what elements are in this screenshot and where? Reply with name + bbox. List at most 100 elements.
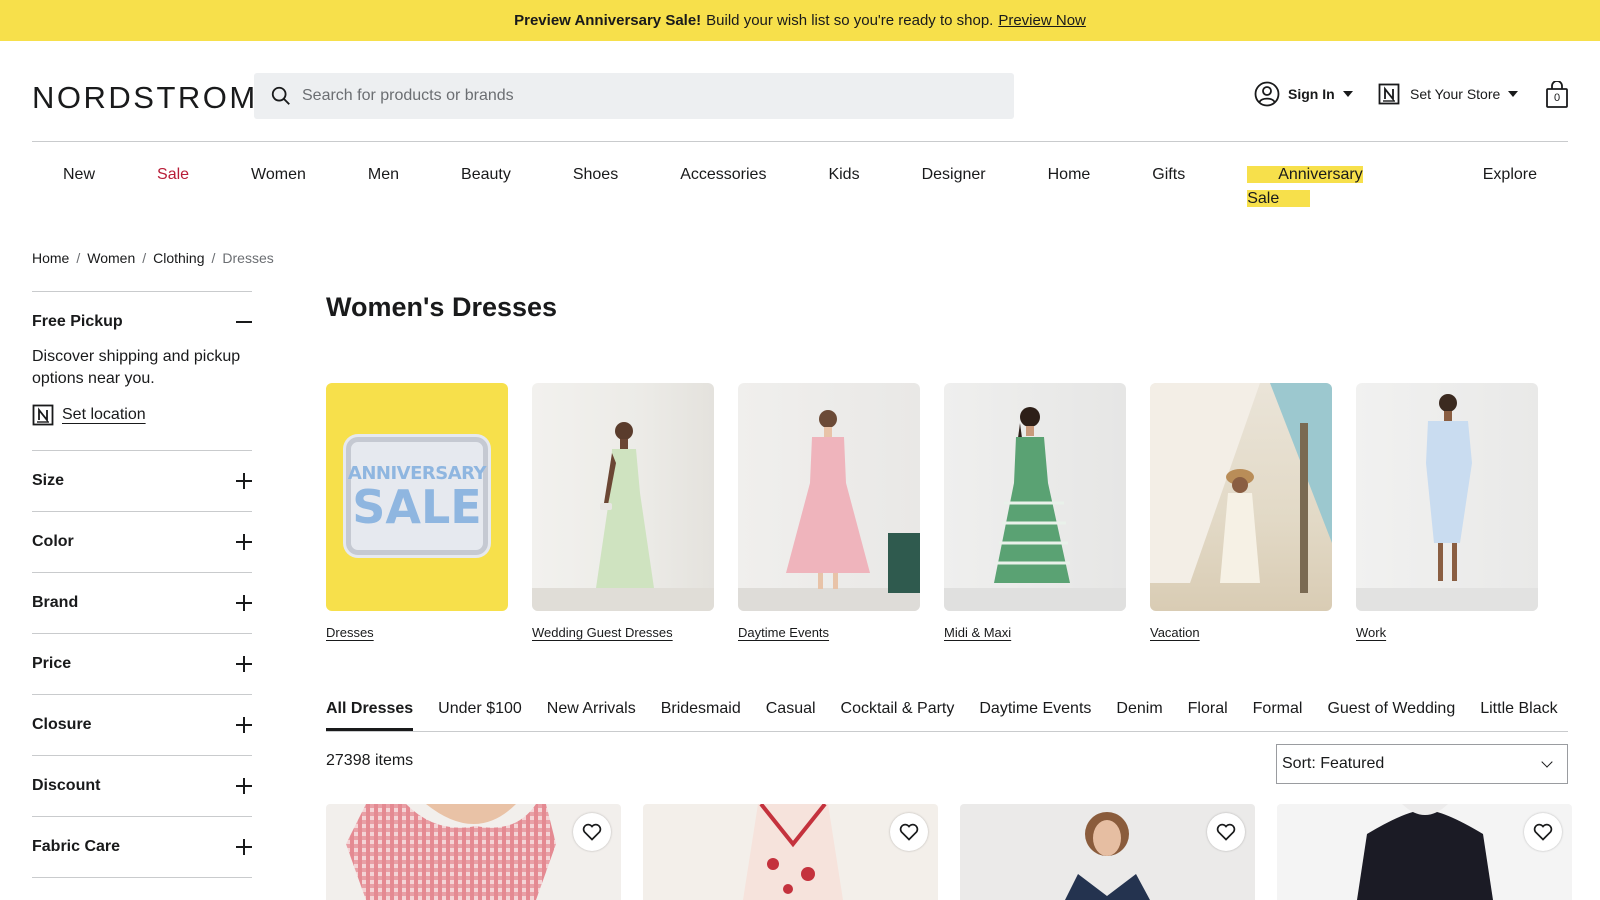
heart-icon bbox=[582, 823, 602, 841]
nav-beauty[interactable]: Beauty bbox=[430, 163, 542, 211]
nav-home[interactable]: Home bbox=[1017, 163, 1122, 211]
preview-now-link[interactable]: Preview Now bbox=[998, 12, 1086, 29]
model-figure-icon bbox=[1356, 394, 1538, 611]
tab-floral[interactable]: Floral bbox=[1188, 697, 1228, 731]
user-icon bbox=[1254, 81, 1280, 107]
plus-icon bbox=[236, 595, 252, 611]
filter-price[interactable]: Price bbox=[32, 633, 252, 694]
vacation-image bbox=[1150, 383, 1332, 611]
category-tile-daytime-events[interactable]: Daytime Events bbox=[738, 383, 920, 640]
set-store-button[interactable]: Set Your Store bbox=[1378, 80, 1519, 108]
model-figure-icon bbox=[1150, 383, 1332, 593]
product-card[interactable] bbox=[1277, 804, 1572, 900]
product-card[interactable] bbox=[960, 804, 1255, 900]
bag-count: 0 bbox=[1553, 92, 1561, 104]
nav-designer[interactable]: Designer bbox=[891, 163, 1017, 211]
breadcrumb-separator: / bbox=[211, 250, 216, 266]
breadcrumb-women[interactable]: Women bbox=[87, 250, 135, 266]
breadcrumb-dresses: Dresses bbox=[222, 250, 274, 266]
nav-sale[interactable]: Sale bbox=[126, 163, 220, 211]
filter-sidebar: Free Pickup Discover shipping and pickup… bbox=[32, 291, 252, 878]
tab-formal[interactable]: Formal bbox=[1253, 697, 1303, 731]
chevron-down-icon bbox=[1541, 756, 1553, 768]
category-tile-midi-maxi[interactable]: Midi & Maxi bbox=[944, 383, 1126, 640]
heart-icon bbox=[1533, 823, 1553, 841]
favorite-button[interactable] bbox=[890, 813, 928, 851]
set-location-link[interactable]: Set location bbox=[32, 404, 252, 426]
breadcrumb-clothing[interactable]: Clothing bbox=[153, 250, 204, 266]
free-pickup-toggle[interactable]: Free Pickup bbox=[32, 292, 252, 352]
nav-new[interactable]: New bbox=[32, 163, 126, 211]
category-tile-vacation[interactable]: Vacation bbox=[1150, 383, 1332, 640]
breadcrumb-separator: / bbox=[76, 250, 81, 266]
favorite-button[interactable] bbox=[573, 813, 611, 851]
breadcrumb-home[interactable]: Home bbox=[32, 250, 69, 266]
model-figure-icon bbox=[532, 422, 714, 611]
favorite-button[interactable] bbox=[1207, 813, 1245, 851]
sale-badge-bottom: SALE bbox=[352, 479, 482, 534]
tab-daytime-events[interactable]: Daytime Events bbox=[979, 697, 1091, 731]
filter-label: Discount bbox=[32, 777, 101, 794]
nav-kids[interactable]: Kids bbox=[797, 163, 890, 211]
nav-gifts[interactable]: Gifts bbox=[1121, 163, 1216, 211]
tab-cocktail-party[interactable]: Cocktail & Party bbox=[841, 697, 955, 731]
sign-in-button[interactable]: Sign In bbox=[1254, 80, 1353, 108]
model-figure-icon bbox=[738, 410, 920, 611]
nav-women[interactable]: Women bbox=[220, 163, 337, 211]
product-image bbox=[1065, 812, 1150, 900]
filter-label: Price bbox=[32, 655, 72, 672]
tab-new-arrivals[interactable]: New Arrivals bbox=[547, 697, 636, 731]
filter-size[interactable]: Size bbox=[32, 450, 252, 511]
sort-label: Sort: Featured bbox=[1282, 755, 1385, 772]
nav-anniversary-sale[interactable]: Anniversary Sale bbox=[1216, 163, 1452, 211]
tab-all-dresses[interactable]: All Dresses bbox=[326, 697, 414, 731]
nav-accessories[interactable]: Accessories bbox=[649, 163, 797, 211]
product-card[interactable] bbox=[326, 804, 621, 900]
dress-type-tabs: All Dresses Under $100 New Arrivals Brid… bbox=[326, 697, 1568, 732]
nav-anniversary-sale-label: Anniversary Sale bbox=[1247, 166, 1363, 207]
tab-guest-of-wedding[interactable]: Guest of Wedding bbox=[1327, 697, 1455, 731]
filter-label: Size bbox=[32, 472, 65, 489]
tab-casual[interactable]: Casual bbox=[766, 697, 816, 731]
nav-shoes[interactable]: Shoes bbox=[542, 163, 649, 211]
search-input[interactable] bbox=[302, 87, 982, 105]
product-card[interactable] bbox=[643, 804, 938, 900]
filter-closure[interactable]: Closure bbox=[32, 694, 252, 755]
search-bar[interactable] bbox=[254, 73, 1014, 119]
heart-icon bbox=[899, 823, 919, 841]
filter-color[interactable]: Color bbox=[32, 511, 252, 572]
set-location-label: Set location bbox=[62, 406, 146, 423]
work-image bbox=[1356, 383, 1538, 611]
category-tile-dresses[interactable]: ANNIVERSARY SALE Dresses bbox=[326, 383, 508, 640]
favorite-button[interactable] bbox=[1524, 813, 1562, 851]
filter-label: Fabric Care bbox=[32, 838, 121, 855]
filter-discount[interactable]: Discount bbox=[32, 755, 252, 816]
category-tile-wedding-guest[interactable]: Wedding Guest Dresses bbox=[532, 383, 714, 640]
tab-little-black[interactable]: Little Black bbox=[1480, 697, 1557, 731]
category-label: Wedding Guest Dresses bbox=[532, 625, 673, 640]
tab-bridesmaid[interactable]: Bridesmaid bbox=[661, 697, 741, 731]
tab-denim[interactable]: Denim bbox=[1116, 697, 1162, 731]
sort-select[interactable]: Sort: Featured bbox=[1276, 744, 1568, 784]
store-icon bbox=[1378, 83, 1400, 105]
main-nav: New Sale Women Men Beauty Shoes Accessor… bbox=[32, 163, 1568, 211]
category-label: Daytime Events bbox=[738, 625, 830, 640]
wedding-guest-image bbox=[532, 383, 714, 611]
free-pickup-title: Free Pickup bbox=[32, 313, 123, 330]
nordstrom-logo[interactable]: NORDSTROM bbox=[32, 81, 258, 115]
tab-under-100[interactable]: Under $100 bbox=[438, 697, 522, 731]
category-tile-work[interactable]: Work bbox=[1356, 383, 1538, 640]
search-icon bbox=[271, 86, 290, 105]
nav-men[interactable]: Men bbox=[337, 163, 430, 211]
filter-fabric-care[interactable]: Fabric Care bbox=[32, 816, 252, 877]
nav-explore[interactable]: Explore bbox=[1452, 163, 1568, 211]
store-icon bbox=[32, 404, 54, 426]
product-image bbox=[346, 804, 556, 900]
header-divider bbox=[32, 141, 1568, 142]
daytime-events-image bbox=[738, 383, 920, 611]
chevron-down-icon bbox=[1508, 91, 1519, 97]
plus-icon bbox=[236, 473, 252, 489]
plus-icon bbox=[236, 778, 252, 794]
filter-brand[interactable]: Brand bbox=[32, 572, 252, 633]
model-figure-icon bbox=[944, 407, 1126, 611]
